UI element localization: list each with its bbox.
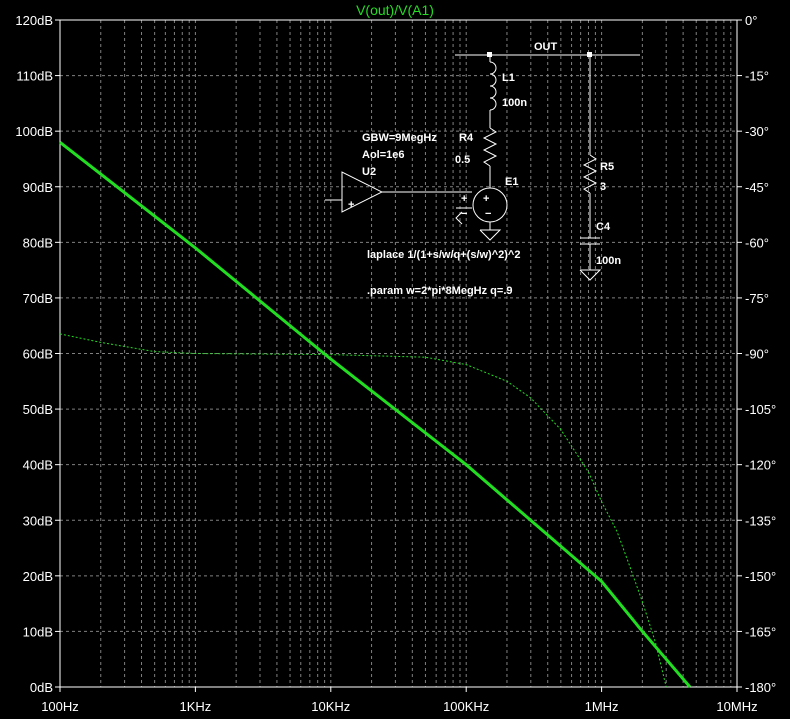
- u2-gbw: GBW=9MegHz: [362, 132, 437, 144]
- y-right-tick-label: -60°: [745, 235, 769, 250]
- x-tick-label: 1KHz: [180, 699, 212, 714]
- param-directive: .param w=2*pi*8MegHz q=.9: [367, 285, 513, 297]
- r4-name: R4: [459, 132, 474, 144]
- y-left-tick-label: 20dB: [23, 569, 53, 584]
- y-right-tick-label: -90°: [745, 347, 769, 362]
- y-left-tick-label: 40dB: [23, 458, 53, 473]
- y-right-tick-label: -105°: [745, 402, 776, 417]
- y-left-tick-label: 110dB: [16, 69, 53, 84]
- x-tick-label: 10KHz: [311, 699, 350, 714]
- r5-value: 3: [600, 181, 606, 193]
- r4-value: 0.5: [455, 154, 470, 166]
- y-right-tick-label: -75°: [745, 291, 769, 306]
- y-left-tick-label: 70dB: [23, 291, 53, 306]
- y-left-tick-label: 60dB: [23, 347, 53, 362]
- y-right-tick-label: -150°: [745, 569, 776, 584]
- u2-aol: Aol=1e6: [362, 149, 405, 161]
- e1-pos-pin-mark: +: [461, 193, 467, 205]
- y-right-tick-label: -120°: [745, 458, 776, 473]
- e1-plus-sign: +: [483, 193, 489, 205]
- y-left-tick-label: 10dB: [23, 624, 53, 639]
- laplace-expression: laplace 1/(1+s/w/q+(s/w)^2)^2: [367, 249, 520, 261]
- c4-value: 100n: [596, 255, 621, 267]
- x-tick-label: 100KHz: [443, 699, 489, 714]
- y-left-tick-label: 90dB: [23, 180, 53, 195]
- y-right-tick-label: -135°: [745, 513, 776, 528]
- x-tick-label: 10MHz: [716, 699, 757, 714]
- x-tick-label: 100Hz: [41, 699, 79, 714]
- u2-name: U2: [362, 166, 376, 178]
- e1-name: E1: [505, 176, 518, 188]
- e1-neg-pin-mark: −: [461, 208, 467, 220]
- y-left-tick-label: 100dB: [15, 124, 53, 139]
- bode-plot: 120dB 110dB 100dB 90dB 80dB 70dB 60dB 50dB 40dB 3…: [0, 0, 790, 719]
- c4-name: C4: [596, 221, 611, 233]
- y-right-tick-label: -180°: [745, 680, 776, 695]
- y-right-tick-label: -30°: [745, 124, 769, 139]
- r5-name: R5: [600, 161, 614, 173]
- y-right-tick-label: -15°: [745, 69, 769, 84]
- out-net-label: OUT: [534, 41, 558, 53]
- e1-minus-sign: −: [485, 208, 491, 220]
- y-left-tick-label: 120dB: [15, 13, 53, 28]
- y-right-tick-label: -45°: [745, 180, 769, 195]
- plot-background: [0, 0, 790, 719]
- l1-value: 100n: [502, 97, 527, 109]
- y-left-tick-label: 50dB: [23, 402, 53, 417]
- u2-plus-sign: +: [348, 199, 354, 211]
- y-right-tick-label: 0°: [745, 13, 757, 28]
- x-tick-label: 1MHz: [585, 699, 619, 714]
- l1-name: L1: [502, 72, 515, 84]
- y-right-tick-label: -165°: [745, 624, 776, 639]
- chart-title: V(out)/V(A1): [356, 2, 434, 18]
- y-left-tick-label: 30dB: [23, 513, 53, 528]
- y-left-tick-label: 0dB: [30, 680, 53, 695]
- y-left-tick-label: 80dB: [23, 235, 53, 250]
